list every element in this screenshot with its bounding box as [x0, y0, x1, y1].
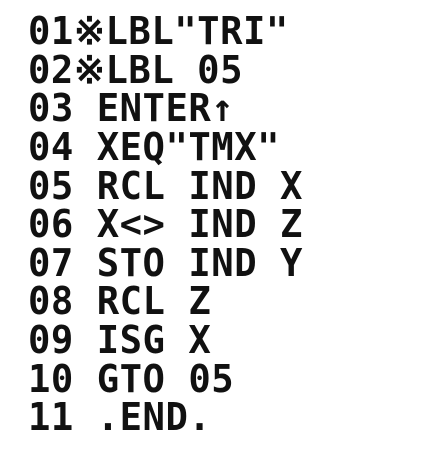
line-number: 08	[28, 279, 74, 324]
instruction: ※LBL"TRI"	[73, 9, 289, 54]
instruction: STO IND Y	[73, 240, 303, 285]
instruction: XEQ"TMX"	[73, 125, 281, 170]
program-line: 03 ENTER↑	[28, 86, 303, 131]
instruction: RCL IND X	[73, 163, 303, 208]
line-number: 03	[28, 86, 74, 131]
program-line: 08 RCL Z	[28, 279, 303, 324]
program-line: 01 ※LBL"TRI"	[28, 9, 303, 54]
instruction: X<> IND Z	[73, 202, 303, 247]
line-number: 09	[28, 318, 74, 363]
instruction: ※LBL 05	[73, 47, 243, 92]
program-line: 10 GTO 05	[28, 356, 303, 401]
program-line: 07 STO IND Y	[28, 240, 303, 285]
line-number: 11	[28, 395, 74, 440]
program-line: 09 ISG X	[28, 318, 303, 363]
instruction: RCL Z	[73, 279, 212, 324]
program-listing: 01 ※LBL"TRI" 02 ※LBL 05 03 ENTER↑ 04 XEQ"T…	[28, 9, 309, 440]
program-line: 11 .END.	[28, 395, 303, 440]
line-number: 01	[28, 9, 74, 54]
instruction: ISG X	[73, 318, 212, 363]
line-number: 06	[28, 202, 74, 247]
line-number: 04	[28, 125, 74, 170]
instruction: ENTER↑	[73, 86, 235, 131]
line-number: 07	[28, 240, 74, 285]
program-line: 04 XEQ"TMX"	[28, 125, 303, 170]
instruction: .END.	[73, 395, 212, 440]
program-line: 02 ※LBL 05	[28, 47, 303, 92]
line-number: 05	[28, 163, 74, 208]
instruction: GTO 05	[73, 356, 235, 401]
program-line: 05 RCL IND X	[28, 163, 303, 208]
line-number: 02	[28, 47, 74, 92]
line-number: 10	[28, 356, 74, 401]
program-line: 06 X<> IND Z	[28, 202, 303, 247]
